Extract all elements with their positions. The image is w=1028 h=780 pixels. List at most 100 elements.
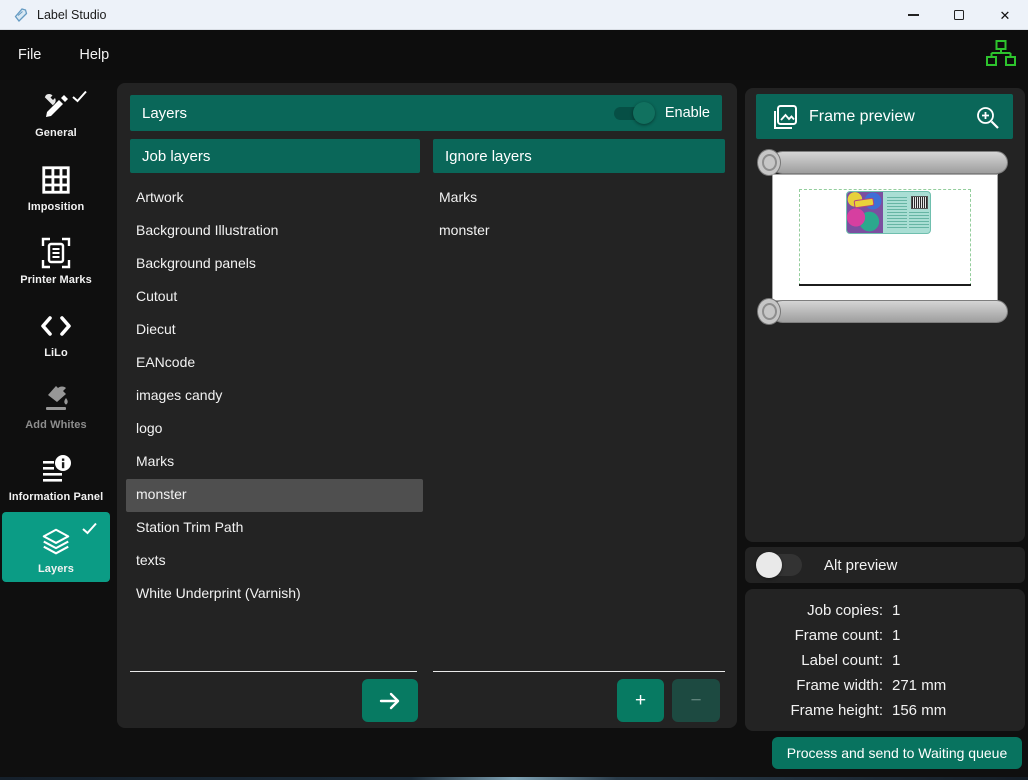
menubar: File Help <box>0 30 1028 80</box>
sidebar-label: LiLo <box>0 347 112 359</box>
job-layers-header: Job layers <box>130 139 420 173</box>
sidebar-item-imposition[interactable]: Imposition <box>0 162 112 213</box>
job-layer-name: White Underprint (Varnish) <box>136 585 301 601</box>
sidebar-item-printer-marks[interactable]: Printer Marks <box>0 235 112 286</box>
move-to-ignore-button[interactable] <box>362 679 418 722</box>
frame-preview-header: Frame preview <box>756 94 1013 139</box>
menu-file[interactable]: File <box>16 43 43 67</box>
job-layer-row[interactable]: Marks <box>126 446 423 479</box>
stat-frame-width: Frame width: 271 mm <box>745 673 1025 698</box>
job-layer-row[interactable]: texts <box>126 545 423 578</box>
window-controls: ✕ <box>890 0 1028 30</box>
job-layer-name: logo <box>136 420 162 436</box>
ignore-layers-list: Marks monster <box>429 182 726 248</box>
frame-stats-card: Job copies: 1 Frame count: 1 Label count… <box>745 589 1025 731</box>
label-artwork-thumbnail <box>846 191 931 234</box>
job-layers-title: Job layers <box>142 148 210 165</box>
stat-job-copies: Job copies: 1 <box>745 598 1025 623</box>
app-logo-icon <box>12 6 29 23</box>
sidebar-label: General <box>0 127 112 139</box>
job-layer-row[interactable]: logo <box>126 413 423 446</box>
sidebar-item-information-panel[interactable]: Information Panel <box>0 452 112 503</box>
job-layer-name: Background panels <box>136 255 256 271</box>
job-layer-row[interactable]: Artwork <box>126 182 423 215</box>
job-layer-row[interactable]: monster <box>126 479 423 512</box>
zoom-in-icon[interactable] <box>975 105 1000 130</box>
bottom-roller-cap <box>757 298 781 325</box>
close-icon: ✕ <box>1000 9 1011 22</box>
maximize-button[interactable] <box>936 0 982 30</box>
job-layer-row[interactable]: EANcode <box>126 347 423 380</box>
job-layer-name: images candy <box>136 387 222 403</box>
job-layers-list: Artwork Background Illustration Backgrou… <box>126 182 423 611</box>
job-layer-row[interactable]: Station Trim Path <box>126 512 423 545</box>
sidebar-item-layers[interactable]: Layers <box>2 512 110 582</box>
layers-panel-header: Layers Enable <box>130 95 722 131</box>
layers-icon <box>40 527 72 557</box>
job-layer-name: EANcode <box>136 354 195 370</box>
stat-frame-count: Frame count: 1 <box>745 623 1025 648</box>
job-layer-row[interactable]: Background Illustration <box>126 215 423 248</box>
minimize-button[interactable] <box>890 0 936 30</box>
sidebar-item-add-whites[interactable]: Add Whites <box>0 380 112 431</box>
code-brackets-icon <box>39 314 73 338</box>
check-icon <box>72 90 87 103</box>
close-button[interactable]: ✕ <box>982 0 1028 30</box>
window-title: Label Studio <box>37 8 107 22</box>
job-layer-name: Diecut <box>136 321 176 337</box>
job-list-divider <box>130 671 417 672</box>
job-layer-name: Station Trim Path <box>136 519 243 535</box>
sidebar-label: Add Whites <box>0 419 112 431</box>
process-send-button[interactable]: Process and send to Waiting queue <box>772 737 1022 769</box>
image-stack-icon <box>769 102 799 132</box>
sidebar-label: Imposition <box>0 201 112 213</box>
job-layer-name: Artwork <box>136 189 183 205</box>
layers-panel-title: Layers <box>142 105 187 122</box>
titlebar: Label Studio ✕ <box>0 0 1028 30</box>
job-layer-name: Background Illustration <box>136 222 278 238</box>
network-topology-icon <box>985 39 1017 69</box>
sidebar: General Imposition Pri <box>0 80 112 777</box>
info-panel-icon <box>39 453 73 487</box>
layers-panel: Layers Enable Job layers Ignore layers A… <box>117 83 737 728</box>
job-layer-row[interactable]: images candy <box>126 380 423 413</box>
stat-label-count: Label count: 1 <box>745 648 1025 673</box>
job-layer-row[interactable]: Background panels <box>126 248 423 281</box>
sidebar-label: Layers <box>2 563 110 575</box>
alt-preview-toggle[interactable] <box>758 554 802 576</box>
job-layer-name: Cutout <box>136 288 177 304</box>
arrow-right-icon <box>378 690 402 712</box>
tools-icon <box>39 89 73 123</box>
ignore-layer-name: Marks <box>439 189 477 205</box>
enable-toggle[interactable] <box>614 107 652 120</box>
alt-preview-bar: Alt preview <box>745 547 1025 583</box>
remove-layer-button[interactable]: − <box>672 679 720 722</box>
job-layer-name: Marks <box>136 453 174 469</box>
ignore-layer-row[interactable]: Marks <box>429 182 726 215</box>
paint-bucket-icon <box>39 382 73 414</box>
job-layer-row[interactable]: Cutout <box>126 281 423 314</box>
menu-help[interactable]: Help <box>77 43 111 67</box>
minimize-icon <box>908 14 919 15</box>
ignore-layer-row[interactable]: monster <box>429 215 726 248</box>
maximize-icon <box>954 10 964 20</box>
frame-preview-card: Frame preview <box>745 88 1025 542</box>
job-layer-name: texts <box>136 552 166 568</box>
sidebar-label: Information Panel <box>0 491 112 503</box>
frame-preview-title: Frame preview <box>809 108 915 126</box>
ignore-layer-name: monster <box>439 222 490 238</box>
stat-frame-height: Frame height: 156 mm <box>745 698 1025 723</box>
job-layer-name: monster <box>136 486 187 502</box>
alt-preview-label: Alt preview <box>824 557 897 574</box>
frame-baseline <box>799 284 971 286</box>
job-layer-row[interactable]: White Underprint (Varnish) <box>126 578 423 611</box>
sidebar-item-lilo[interactable]: LiLo <box>0 308 112 359</box>
sidebar-label: Printer Marks <box>0 274 112 286</box>
grid-icon <box>40 164 72 196</box>
enable-toggle-label: Enable <box>665 105 710 121</box>
add-layer-button[interactable]: + <box>617 679 664 722</box>
sidebar-item-general[interactable]: General <box>0 88 112 139</box>
printer-marks-icon <box>39 235 73 271</box>
barcode <box>911 196 928 209</box>
job-layer-row[interactable]: Diecut <box>126 314 423 347</box>
